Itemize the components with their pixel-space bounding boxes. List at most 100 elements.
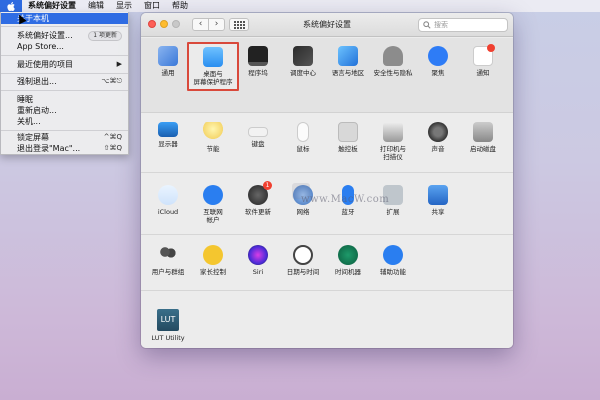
menu-app-name[interactable]: 系统偏好设置	[22, 0, 82, 12]
language-region-icon	[338, 46, 358, 66]
startup-disk-icon	[473, 122, 493, 142]
pref-pane-printers-scanners[interactable]: 打印机与 扫描仪	[371, 122, 415, 161]
pref-pane-label: 日期与时间	[286, 268, 320, 276]
pref-pane-accessibility[interactable]: 辅助功能	[371, 245, 415, 276]
menu-item-lock-screen-label: 锁定屏幕	[17, 133, 49, 142]
mouse-icon	[297, 122, 309, 142]
pref-pane-label: 鼠标	[296, 145, 310, 153]
pref-pane-label: 网络	[296, 208, 310, 216]
notifications-icon	[473, 44, 495, 66]
mission-control-icon	[293, 46, 313, 66]
notification-dot-icon	[487, 44, 495, 52]
pref-pane-label: 触控板	[338, 145, 358, 153]
pref-pane-startup-disk[interactable]: 启动磁盘	[461, 122, 505, 153]
menu-help[interactable]: 帮助	[166, 0, 194, 12]
pref-pane-label: 聚焦	[431, 69, 445, 77]
system-preferences-window: ‹ › 系统偏好设置 搜索 通用 桌面与 屏幕保护程序 程序坞 调度中心 语言与地区 安全性…	[141, 13, 513, 348]
menu-item-system-prefs-label: 系统偏好设置...	[17, 31, 73, 40]
submenu-arrow-icon: ▶	[116, 60, 122, 68]
pref-pane-security-privacy[interactable]: 安全性与隐私	[371, 46, 415, 77]
pref-pane-sharing[interactable]: 共享	[416, 185, 460, 216]
menu-view[interactable]: 显示	[110, 0, 138, 12]
prefs-row-5	[141, 291, 513, 348]
pref-pane-trackpad[interactable]: 触控板	[326, 122, 370, 153]
spotlight-icon	[428, 46, 448, 66]
pref-pane-label: 程序坞	[248, 69, 268, 77]
date-time-icon	[293, 245, 313, 265]
menu-item-force-quit[interactable]: 强制退出... ⌥⌘⎋	[1, 76, 128, 87]
title-bar: ‹ › 系统偏好设置 搜索	[141, 13, 513, 37]
pref-pane-label: 时间机器	[335, 268, 361, 276]
pref-pane-parental-controls[interactable]: 家长控制	[191, 245, 235, 276]
pref-pane-notifications[interactable]: 通知	[461, 44, 505, 77]
menu-item-shutdown[interactable]: 关机...	[1, 116, 128, 127]
pref-pane-label: 通用	[161, 69, 175, 77]
pref-pane-label: 蓝牙	[341, 208, 355, 216]
pref-pane-date-time[interactable]: 日期与时间	[281, 245, 325, 276]
parental-controls-icon	[203, 245, 223, 265]
pref-pane-label: iCloud	[157, 208, 179, 216]
pref-pane-label: 显示器	[158, 140, 178, 148]
pref-pane-label: 打印机与 扫描仪	[380, 145, 406, 161]
desktop-screensaver-icon	[203, 47, 223, 67]
menu-item-app-store[interactable]: App Store...	[1, 41, 128, 52]
pref-pane-mission-control[interactable]: 调度中心	[281, 46, 325, 77]
users-groups-icon	[158, 245, 178, 265]
search-icon	[423, 21, 431, 29]
keyboard-icon	[248, 127, 268, 137]
menu-item-restart[interactable]: 重新启动...	[1, 105, 128, 116]
printers-scanners-icon	[383, 122, 403, 142]
pref-pane-label: 安全性与隐私	[373, 69, 413, 77]
lock-screen-shortcut: ^⌘Q	[103, 133, 122, 141]
pref-pane-displays[interactable]: 显示器	[146, 122, 190, 148]
pref-pane-software-update[interactable]: 1 软件更新	[236, 181, 280, 216]
pref-pane-users-groups[interactable]: 用户与群组	[146, 245, 190, 276]
menu-item-sleep[interactable]: 睡眠	[1, 94, 128, 105]
pref-pane-label: 声音	[431, 145, 445, 153]
pref-pane-label: 家长控制	[200, 268, 226, 276]
pref-pane-internet-accounts[interactable]: 互联网 帐户	[191, 185, 235, 224]
internet-accounts-icon	[203, 185, 223, 205]
pref-pane-label: 辅助功能	[380, 268, 406, 276]
pref-pane-label: 互联网 帐户	[203, 208, 223, 224]
pref-pane-keyboard[interactable]: 键盘	[236, 122, 280, 148]
menu-item-app-store-label: App Store...	[17, 42, 64, 51]
menu-item-system-prefs[interactable]: 系统偏好设置... 1 项更新	[1, 30, 128, 41]
pref-pane-label: 节能	[206, 145, 220, 153]
pref-pane-general[interactable]: 通用	[146, 46, 190, 77]
pref-pane-label: 扩展	[386, 208, 400, 216]
menu-item-recent[interactable]: 最近使用的项目 ▶	[1, 59, 128, 70]
dock-icon	[248, 46, 268, 66]
accessibility-icon	[383, 245, 403, 265]
logout-shortcut: ⇧⌘Q	[103, 144, 122, 152]
menu-item-lock-screen[interactable]: 锁定屏幕 ^⌘Q	[1, 132, 128, 143]
pref-pane-desktop-screensaver[interactable]: 桌面与 屏幕保护程序	[187, 42, 239, 91]
menu-item-sleep-label: 睡眠	[17, 95, 33, 104]
pref-pane-label: 共享	[431, 208, 445, 216]
force-quit-shortcut: ⌥⌘⎋	[101, 77, 122, 85]
security-privacy-icon	[383, 46, 403, 66]
pref-pane-language-region[interactable]: 语言与地区	[326, 46, 370, 77]
trackpad-icon	[338, 122, 358, 142]
pref-pane-lut-utility[interactable]: LUT LUT Utility	[146, 309, 190, 342]
menu-edit[interactable]: 编辑	[82, 0, 110, 12]
pref-pane-energy-saver[interactable]: 节能	[191, 122, 235, 153]
pref-pane-siri[interactable]: Siri	[236, 245, 280, 276]
pref-pane-dock[interactable]: 程序坞	[236, 46, 280, 77]
menu-window[interactable]: 窗口	[138, 0, 166, 12]
apple-menu-dropdown: 关于本机 系统偏好设置... 1 项更新 App Store... 最近使用的项…	[0, 12, 129, 155]
search-field[interactable]: 搜索	[418, 18, 508, 32]
icloud-icon	[158, 185, 178, 205]
sharing-icon	[428, 185, 448, 205]
pref-pane-icloud[interactable]: iCloud	[146, 185, 190, 216]
displays-icon	[158, 122, 178, 137]
pref-pane-sound[interactable]: 声音	[416, 122, 460, 153]
pref-pane-mouse[interactable]: 鼠标	[281, 122, 325, 153]
pref-pane-time-machine[interactable]: 时间机器	[326, 245, 370, 276]
menu-item-restart-label: 重新启动...	[17, 106, 57, 115]
apple-menu-button[interactable]	[0, 0, 22, 12]
menu-item-logout[interactable]: 退出登录"Mac"... ⇧⌘Q	[1, 143, 128, 154]
pref-pane-spotlight[interactable]: 聚焦	[416, 46, 460, 77]
software-update-icon: 1	[248, 181, 272, 205]
pref-pane-label: 桌面与 屏幕保护程序	[193, 70, 233, 86]
